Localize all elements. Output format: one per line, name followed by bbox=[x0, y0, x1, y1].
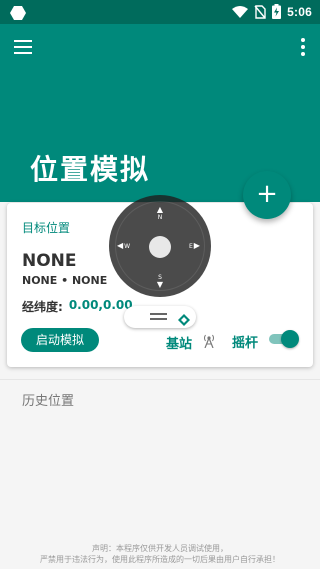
joystick-controls bbox=[124, 306, 196, 328]
no-sim-icon bbox=[254, 4, 266, 19]
disclaimer-line-2: 严禁用于违法行为，使用此程序所造成的一切后果由用户自行承担！ bbox=[40, 555, 280, 564]
battery-charging-icon bbox=[272, 4, 282, 19]
cell-tower-icon bbox=[202, 332, 216, 352]
location-name: NONE bbox=[22, 251, 77, 271]
base-station-label: 基站 bbox=[166, 336, 193, 352]
status-time: 5:06 bbox=[287, 4, 312, 19]
south-direction: S ▼ bbox=[156, 274, 164, 289]
section-divider bbox=[0, 379, 320, 380]
joystick-label: 摇杆 bbox=[232, 336, 259, 351]
disclaimer: 声明：本程序仅供开发人员调试使用， 严禁用于违法行为，使用此程序所造成的一切后果… bbox=[0, 543, 320, 565]
app-notification-icon bbox=[10, 5, 26, 20]
status-icons: 5:06 bbox=[232, 4, 312, 19]
west-direction: ◀ W bbox=[117, 241, 131, 250]
joystick-toggle[interactable] bbox=[267, 330, 299, 348]
north-direction: ▲ N bbox=[156, 205, 164, 222]
navigation-diamond-icon[interactable] bbox=[178, 311, 190, 326]
more-vert-icon[interactable] bbox=[300, 38, 306, 58]
history-section-title: 历史位置 bbox=[22, 394, 75, 409]
add-location-button[interactable]: + bbox=[243, 171, 291, 219]
hamburger-menu-icon[interactable] bbox=[14, 40, 34, 56]
status-bar: 5:06 bbox=[0, 0, 320, 24]
target-location-label: 目标位置 bbox=[22, 221, 71, 235]
drag-handle-icon[interactable] bbox=[150, 313, 167, 321]
wifi-icon bbox=[232, 5, 249, 18]
base-station-toggle[interactable]: 基站 bbox=[166, 332, 216, 352]
joystick-knob[interactable] bbox=[149, 236, 171, 258]
start-simulation-button[interactable]: 启动模拟 bbox=[21, 328, 99, 352]
location-subtitle: NONE • NONE bbox=[22, 274, 108, 287]
disclaimer-line-1: 声明：本程序仅供开发人员调试使用， bbox=[92, 544, 228, 553]
coordinates-label: 经纬度: bbox=[22, 300, 63, 314]
joystick-pad[interactable]: ▲ N S ▼ ◀ W E ▶ bbox=[109, 195, 211, 297]
east-direction: E ▶ bbox=[189, 241, 200, 250]
coordinates-value: 0.00,0.00 bbox=[68, 298, 133, 312]
coordinates-row: 经纬度: 0.00,0.00 bbox=[22, 298, 133, 315]
page-title: 位置模拟 bbox=[30, 153, 151, 186]
